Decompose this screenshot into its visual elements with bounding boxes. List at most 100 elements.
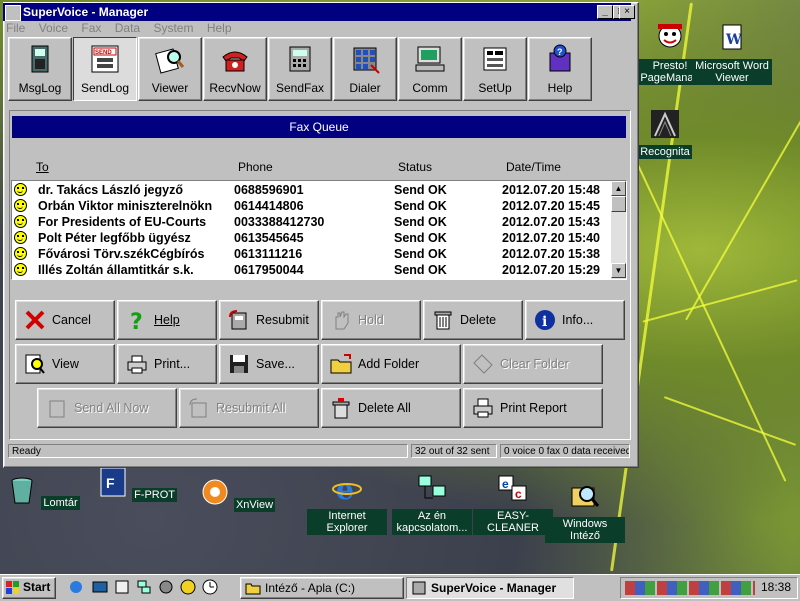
desktop-icon-fprot[interactable]: F F-PROT (97, 466, 178, 502)
col-to[interactable]: To (36, 160, 49, 174)
desktop-icon-lomtar[interactable]: Lomtár (3, 474, 83, 510)
send-log-icon: SEND (91, 45, 119, 73)
view-magnifier-icon (25, 354, 45, 374)
delete-all-trash-icon (332, 398, 350, 419)
menu-file[interactable]: File (6, 21, 25, 35)
book-quicklaunch-icon[interactable] (114, 579, 130, 595)
computer-comm-icon (415, 46, 445, 72)
trash-can-icon (434, 311, 452, 330)
tool-viewer[interactable]: Viewer (138, 37, 202, 101)
scroll-down-arrow-icon[interactable]: ▼ (611, 263, 626, 278)
scroll-up-arrow-icon[interactable]: ▲ (611, 181, 626, 196)
info-button[interactable]: i Info... (525, 300, 625, 340)
tool-setup[interactable]: SetUp (463, 37, 527, 101)
phone-log-icon (31, 45, 49, 73)
send-all-now-button[interactable]: Send All Now (37, 388, 177, 428)
desktop-icon-azen[interactable]: Az én kapcsolatom... (392, 472, 472, 535)
windows-logo-icon (6, 581, 19, 594)
clear-folder-icon (473, 354, 493, 374)
table-row[interactable]: For Presidents of EU-Courts 003338841273… (12, 214, 610, 230)
help-button[interactable]: ? Help (117, 300, 217, 340)
row-status: Send OK (394, 215, 447, 229)
desktop-icon-wintezo[interactable]: Windows Intéző (545, 480, 625, 543)
menu-data[interactable]: Data (115, 21, 140, 35)
tool-dialer[interactable]: Dialer (333, 37, 397, 101)
ie-quicklaunch-icon[interactable] (68, 579, 84, 595)
minimize-button[interactable]: _ (597, 5, 613, 19)
yellow-quicklaunch-icon[interactable] (180, 579, 196, 595)
folder-icon (245, 583, 261, 595)
delete-all-button[interactable]: Delete All (321, 388, 461, 428)
tool-msglog[interactable]: MsgLog (8, 37, 72, 101)
svg-text:i: i (542, 314, 547, 330)
vertical-scrollbar[interactable]: ▲ ▼ (611, 181, 626, 279)
tray-icons[interactable] (625, 581, 755, 595)
save-button[interactable]: Save... (219, 344, 319, 384)
hand-stop-icon (335, 311, 349, 330)
clock-quicklaunch-icon[interactable] (202, 579, 218, 595)
table-row[interactable]: Orbán Viktor miniszterelnökn 0614414806 … (12, 198, 610, 214)
svg-text:F: F (106, 475, 115, 491)
tool-recvnow[interactable]: RecvNow (203, 37, 267, 101)
word-document-icon: W (722, 24, 742, 50)
menu-help[interactable]: Help (207, 21, 232, 35)
print-button[interactable]: Print... (117, 344, 217, 384)
taskbar-item-explorer[interactable]: Intéző - Apla (C:) (240, 577, 404, 599)
internet-explorer-icon: e (332, 473, 362, 506)
menu-system[interactable]: System (153, 21, 193, 35)
table-row[interactable]: dr. Takács László jegyző 0688596901 Send… (12, 182, 610, 198)
print-report-button[interactable]: Print Report (463, 388, 603, 428)
table-row[interactable]: Illés Zoltán államtitkár s.k. 0617950044… (12, 262, 610, 278)
clear-folder-button[interactable]: Clear Folder (463, 344, 603, 384)
hold-button[interactable]: Hold (321, 300, 421, 340)
close-button[interactable]: × (619, 5, 635, 19)
row-status: Send OK (394, 263, 447, 277)
svg-text:SEND: SEND (95, 50, 112, 56)
network-quicklaunch-icon[interactable] (136, 579, 152, 595)
col-phone[interactable]: Phone (238, 160, 273, 174)
row-to: For Presidents of EU-Courts (38, 215, 207, 229)
desktop-icon-ie[interactable]: e Internet Explorer (307, 472, 387, 535)
desktop-quicklaunch-icon[interactable] (92, 579, 108, 595)
quick-launch (60, 578, 230, 596)
svg-text:c: c (515, 487, 522, 501)
resubmit-button[interactable]: Resubmit (219, 300, 319, 340)
title-bar[interactable]: SuperVoice - Manager _ □ (3, 3, 631, 21)
row-datetime: 2012.07.20 15:38 (502, 247, 601, 261)
resubmit-all-icon (189, 398, 207, 418)
svg-text:e: e (336, 473, 354, 504)
recognita-icon (651, 110, 679, 138)
desktop-icon-xnview[interactable]: XnView (197, 476, 277, 512)
recycle-bin-icon (11, 477, 33, 504)
svg-text:e: e (502, 477, 509, 491)
col-datetime[interactable]: Date/Time (506, 160, 561, 174)
table-row[interactable]: Fővárosi Törv.székCégbírós 0613111216 Se… (12, 246, 610, 262)
tool-sendfax[interactable]: SendFax (268, 37, 332, 101)
table-row[interactable]: Polt Péter legfőbb ügyész 0613545645 Sen… (12, 230, 610, 246)
cancel-button[interactable]: Cancel (15, 300, 115, 340)
delete-button[interactable]: Delete (423, 300, 523, 340)
smiley-status-icon (14, 231, 27, 244)
app-icon[interactable] (5, 5, 21, 21)
resubmit-all-button[interactable]: Resubmit All (179, 388, 319, 428)
scroll-thumb[interactable] (611, 196, 626, 212)
add-folder-button[interactable]: Add Folder (321, 344, 461, 384)
row-phone: 0617950044 (234, 263, 304, 277)
taskbar-item-supervoice[interactable]: SuperVoice - Manager (406, 577, 574, 599)
tool-comm[interactable]: Comm (398, 37, 462, 101)
fax-queue-list[interactable]: dr. Takács László jegyző 0688596901 Send… (11, 180, 627, 280)
view-button[interactable]: View (15, 344, 115, 384)
status-bar: Ready 32 out of 32 sent 0 voice 0 fax 0 … (6, 444, 632, 460)
desktop-icon-msword[interactable]: W Microsoft Word Viewer (692, 22, 772, 85)
network-computers-icon (418, 475, 446, 499)
menu-fax[interactable]: Fax (81, 21, 101, 35)
start-button[interactable]: Start (2, 577, 56, 599)
gear-quicklaunch-icon[interactable] (158, 579, 174, 595)
tool-sendlog[interactable]: SEND SendLog (73, 37, 137, 101)
smiley-status-icon (14, 199, 27, 212)
menu-voice[interactable]: Voice (39, 21, 68, 35)
tool-help[interactable]: ? Help (528, 37, 592, 101)
row-status: Send OK (394, 231, 447, 245)
desktop-icon-easy[interactable]: ec EASY-CLEANER (473, 472, 553, 535)
col-status[interactable]: Status (398, 160, 432, 174)
